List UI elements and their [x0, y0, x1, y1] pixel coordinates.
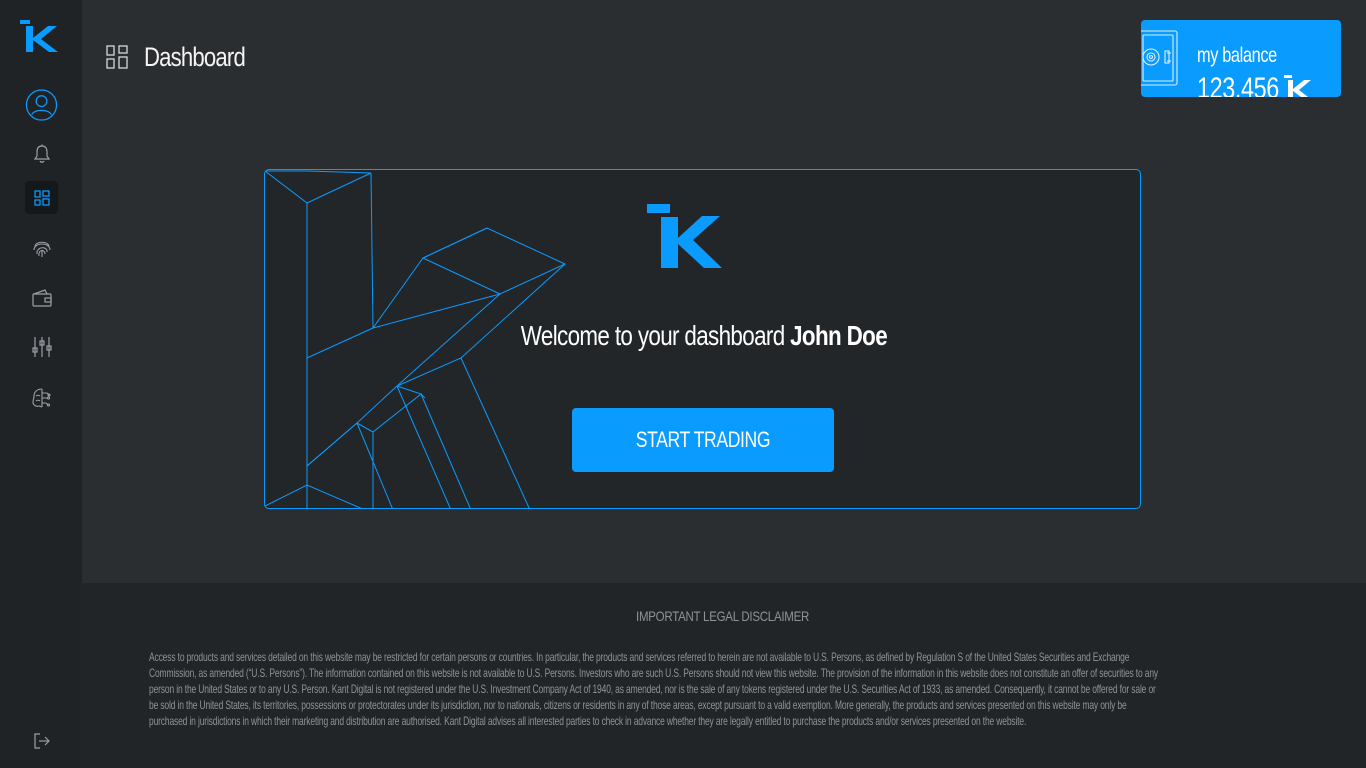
balance-label: my balance: [1197, 44, 1277, 67]
sliders-icon: [31, 336, 52, 357]
disclaimer-line: person in the United States or to any U.…: [149, 682, 1156, 696]
dashboard-icon: [33, 189, 50, 206]
nav-ai[interactable]: [25, 381, 58, 414]
logout-button[interactable]: [25, 724, 58, 757]
nav-profile[interactable]: [25, 88, 58, 121]
brain-icon: [31, 387, 51, 408]
user-name: John Doe: [789, 320, 888, 351]
kant-logo-large: [647, 204, 722, 268]
page-header: Dashboard: [106, 40, 267, 74]
start-trading-label: START TRADING: [635, 427, 771, 452]
disclaimer-title-text: IMPORTANT LEGAL DISCLAIMER: [636, 608, 810, 624]
balance-card[interactable]: my balance 123.456: [1141, 20, 1341, 97]
disclaimer-title: IMPORTANT LEGAL DISCLAIMER: [80, 608, 1366, 624]
nav-notifications[interactable]: [25, 137, 58, 170]
kant-logo[interactable]: [20, 20, 58, 54]
nav-identity[interactable]: [25, 231, 58, 264]
start-trading-button[interactable]: START TRADING: [572, 408, 834, 472]
welcome-message: Welcome to your dashboard John Doe: [265, 320, 1140, 352]
wallet-icon: [31, 288, 52, 307]
token-icon: [1284, 75, 1311, 97]
sidebar: [0, 0, 82, 768]
balance-value: 123.456: [1197, 72, 1279, 97]
safe-icon: [1141, 30, 1178, 86]
welcome-panel: Welcome to your dashboard John Doe START…: [264, 169, 1141, 509]
nav-dashboard[interactable]: [25, 181, 58, 214]
bell-icon: [33, 144, 50, 163]
fingerprint-icon: [32, 241, 51, 257]
nav-wallet[interactable]: [25, 281, 58, 314]
legal-footer: IMPORTANT LEGAL DISCLAIMER Access to pro…: [80, 583, 1366, 768]
page-title: Dashboard: [144, 41, 246, 72]
profile-icon: [25, 88, 58, 121]
logout-icon: [33, 732, 50, 749]
disclaimer-line: Access to products and services detailed…: [149, 650, 1130, 664]
disclaimer-line: purchased in jurisdictions in which thei…: [149, 714, 1027, 728]
dashboard-icon: [106, 45, 128, 69]
welcome-text: Welcome to your dashboard: [520, 320, 790, 351]
disclaimer-line: be sold in the United States, its territ…: [149, 698, 1127, 712]
nav-trading[interactable]: [25, 330, 58, 363]
disclaimer-line: Commission, as amended (“U.S. Persons”).…: [149, 666, 1159, 680]
disclaimer-text: Access to products and services detailed…: [149, 649, 1277, 729]
